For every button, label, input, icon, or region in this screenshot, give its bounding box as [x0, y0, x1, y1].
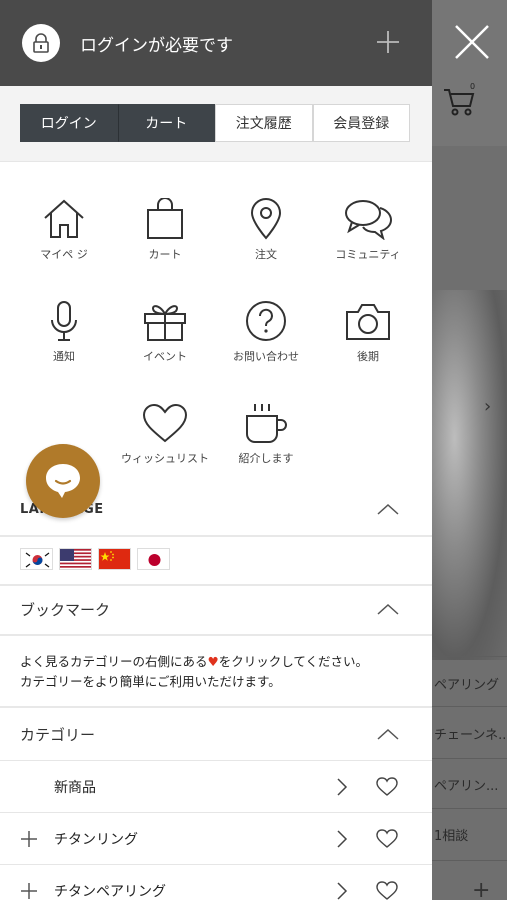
bookmark-note-text: をクリックしてください。 [218, 654, 368, 669]
grid-item-cart[interactable]: カート [115, 198, 215, 262]
background-divider [432, 758, 507, 759]
grid-item-review[interactable]: 後期 [318, 300, 418, 364]
background-text: 1相談 [434, 829, 469, 844]
grid-item-community[interactable]: コミュニティ [318, 198, 418, 262]
chevron-right-icon[interactable] [336, 881, 348, 900]
plus-icon[interactable] [376, 30, 400, 54]
category-item[interactable]: 新商品 [0, 760, 432, 812]
grid-label: コミュニティ [335, 248, 401, 261]
grid-item-mypage[interactable]: マイペ ジ [14, 198, 114, 262]
chat-icon [46, 464, 80, 498]
heart-icon[interactable] [376, 828, 398, 849]
question-icon [246, 301, 286, 341]
camera-icon [346, 304, 390, 340]
grid-label: 後期 [357, 350, 379, 363]
side-drawer: ログインが必要です ログイン カート 注文履歴 会員登録 マイペ ジ カート 注… [0, 0, 432, 900]
plus-icon[interactable] [20, 882, 38, 900]
coffee-cup-icon [246, 404, 287, 443]
chevron-right-icon[interactable] [336, 777, 348, 797]
tab-login[interactable]: ログイン [20, 104, 118, 142]
cart-icon[interactable]: 0 [442, 82, 476, 118]
plus-icon[interactable] [20, 830, 38, 848]
grid-label: 通知 [53, 350, 75, 363]
microphone-icon [51, 301, 77, 341]
home-icon [44, 199, 84, 238]
tab-order-history[interactable]: 注文履歴 [215, 104, 313, 142]
gift-icon [144, 305, 186, 341]
grid-label: ウィッシュリスト [121, 452, 209, 465]
background-divider [432, 656, 507, 657]
background-product-photo [432, 290, 507, 660]
account-tabs-bar: ログイン カート 注文履歴 会員登録 [0, 86, 432, 162]
korea-flag[interactable] [20, 548, 53, 570]
heart-icon [142, 403, 188, 443]
shopping-bag-icon [147, 198, 183, 239]
drawer-header: ログインが必要です [0, 0, 432, 86]
bookmark-note-line2: カテゴリーをより簡単にご利用いただけます。 [20, 674, 281, 689]
background-text: ペアリン... [434, 779, 499, 794]
category-label: チタンペアリング [54, 883, 166, 900]
chevron-right-icon[interactable] [336, 829, 348, 849]
chat-bubbles-icon [345, 200, 393, 240]
chevron-up-icon[interactable] [376, 727, 400, 741]
category-title: カテゴリー [20, 725, 96, 744]
background-divider [432, 808, 507, 809]
usa-flag[interactable] [59, 548, 92, 570]
cart-count: 0 [470, 82, 475, 91]
shortcut-grid: マイペ ジ カート 注文 コミュニティ 通知 イベント お問い合わせ 後期 ウィ… [0, 162, 432, 492]
divider [0, 584, 432, 586]
china-flag[interactable] [98, 548, 131, 570]
grid-label: 紹介します [238, 452, 294, 465]
category-label: 新商品 [54, 779, 96, 796]
grid-item-wishlist[interactable]: ウィッシュリスト [115, 402, 215, 466]
grid-item-notification[interactable]: 通知 [14, 300, 114, 364]
bookmark-note-line1: よく見るカテゴリーの右側にある♥をクリックしてください。 [20, 652, 368, 672]
grid-label: お問い合わせ [233, 350, 299, 363]
chat-button[interactable] [26, 444, 100, 518]
bookmark-section-header[interactable]: ブックマーク [0, 596, 432, 622]
divider [0, 634, 432, 636]
background-text: ペアリング [434, 678, 500, 693]
grid-label: カート [148, 248, 182, 261]
login-required-title[interactable]: ログインが必要です [80, 31, 233, 56]
heart-icon[interactable] [376, 776, 398, 797]
heart-icon[interactable] [376, 880, 398, 900]
account-tabs: ログイン カート 注文履歴 会員登録 [20, 104, 410, 142]
category-item[interactable]: チタンペアリング [0, 864, 432, 900]
grid-item-order[interactable]: 注文 [216, 198, 316, 262]
chevron-up-icon[interactable] [376, 502, 400, 516]
grid-item-introduce[interactable]: 紹介します [216, 402, 316, 466]
location-pin-icon [250, 198, 282, 240]
bookmark-note-text: よく見るカテゴリーの右側にある [20, 654, 208, 669]
background-page: ペアリング チェーンネ... ペアリン... 1相談 [432, 0, 507, 900]
close-icon[interactable] [452, 22, 492, 62]
language-flags [20, 548, 170, 570]
tab-cart[interactable]: カート [117, 104, 215, 142]
background-text: チェーンネ... [434, 728, 507, 743]
chevron-right-icon[interactable]: › [484, 396, 491, 417]
grid-label: 注文 [255, 248, 277, 261]
grid-item-inquiry[interactable]: お問い合わせ [216, 300, 316, 364]
chevron-up-icon[interactable] [376, 602, 400, 616]
tab-register[interactable]: 会員登録 [312, 104, 410, 142]
category-section-header[interactable]: カテゴリー [0, 721, 432, 747]
category-item[interactable]: チタンリング [0, 812, 432, 864]
heart-icon: ♥ [207, 654, 219, 669]
lock-icon [22, 24, 60, 62]
plus-icon[interactable]: + [472, 878, 490, 900]
category-label: チタンリング [54, 831, 138, 848]
japan-flag[interactable] [137, 548, 170, 570]
background-divider [432, 860, 507, 861]
grid-item-event[interactable]: イベント [115, 300, 215, 364]
divider [0, 535, 432, 537]
bookmark-instructions: よく見るカテゴリーの右側にある♥をクリックしてください。 カテゴリーをより簡単に… [20, 652, 368, 692]
bookmark-title: ブックマーク [20, 600, 111, 619]
grid-label: イベント [143, 350, 187, 363]
grid-label: マイペ ジ [40, 248, 88, 261]
divider [0, 706, 432, 708]
background-divider [432, 706, 507, 707]
